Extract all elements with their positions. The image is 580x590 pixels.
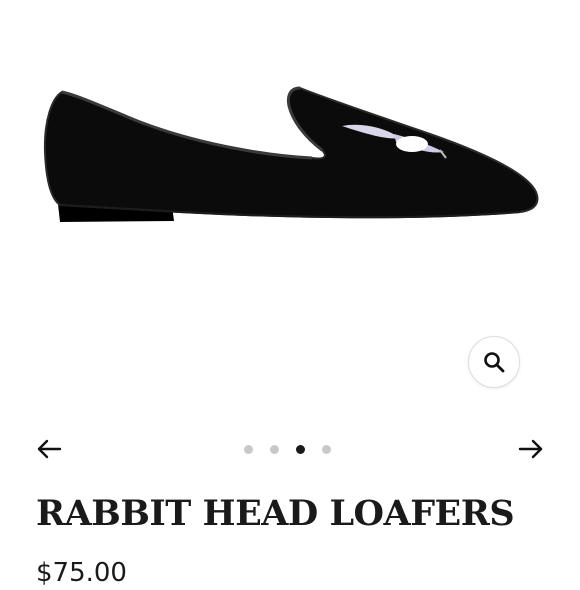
loafer-image bbox=[43, 86, 539, 222]
previous-slide-button[interactable] bbox=[34, 437, 64, 461]
arrow-right-icon bbox=[518, 439, 543, 459]
product-image[interactable] bbox=[0, 0, 580, 300]
product-price: $75.00 bbox=[36, 558, 127, 588]
arrow-left-icon bbox=[37, 439, 62, 459]
slide-dot[interactable] bbox=[270, 444, 279, 454]
slide-indicator bbox=[244, 444, 331, 454]
slide-dot[interactable] bbox=[244, 444, 253, 454]
next-slide-button[interactable] bbox=[516, 437, 546, 461]
product-title: RABBIT HEAD LOAFERS bbox=[36, 493, 515, 534]
zoom-button[interactable] bbox=[468, 336, 520, 388]
slide-dot[interactable] bbox=[322, 444, 331, 454]
slide-dot-active[interactable] bbox=[296, 444, 305, 454]
magnifier-icon bbox=[484, 352, 505, 373]
